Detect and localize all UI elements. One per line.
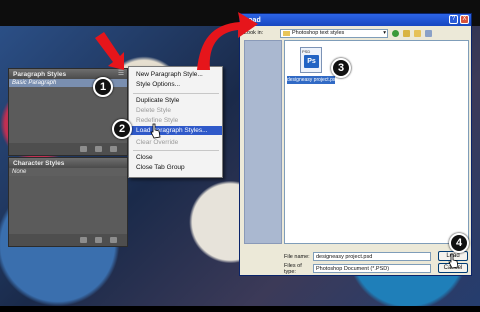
red-arrow-shape xyxy=(197,12,258,70)
screenshot-stage: Paragraph Styles ☰ Basic Paragraph Chara… xyxy=(0,0,480,312)
red-arrow-shape xyxy=(95,32,124,70)
callout-badge-1: 1 xyxy=(93,77,113,97)
callout-badge-2: 2 xyxy=(112,119,132,139)
hand-cursor-icon xyxy=(448,253,459,269)
callout-badge-3: 3 xyxy=(331,58,351,78)
red-arrows-annotation xyxy=(95,12,258,70)
callout-badge-4: 4 xyxy=(449,233,469,253)
